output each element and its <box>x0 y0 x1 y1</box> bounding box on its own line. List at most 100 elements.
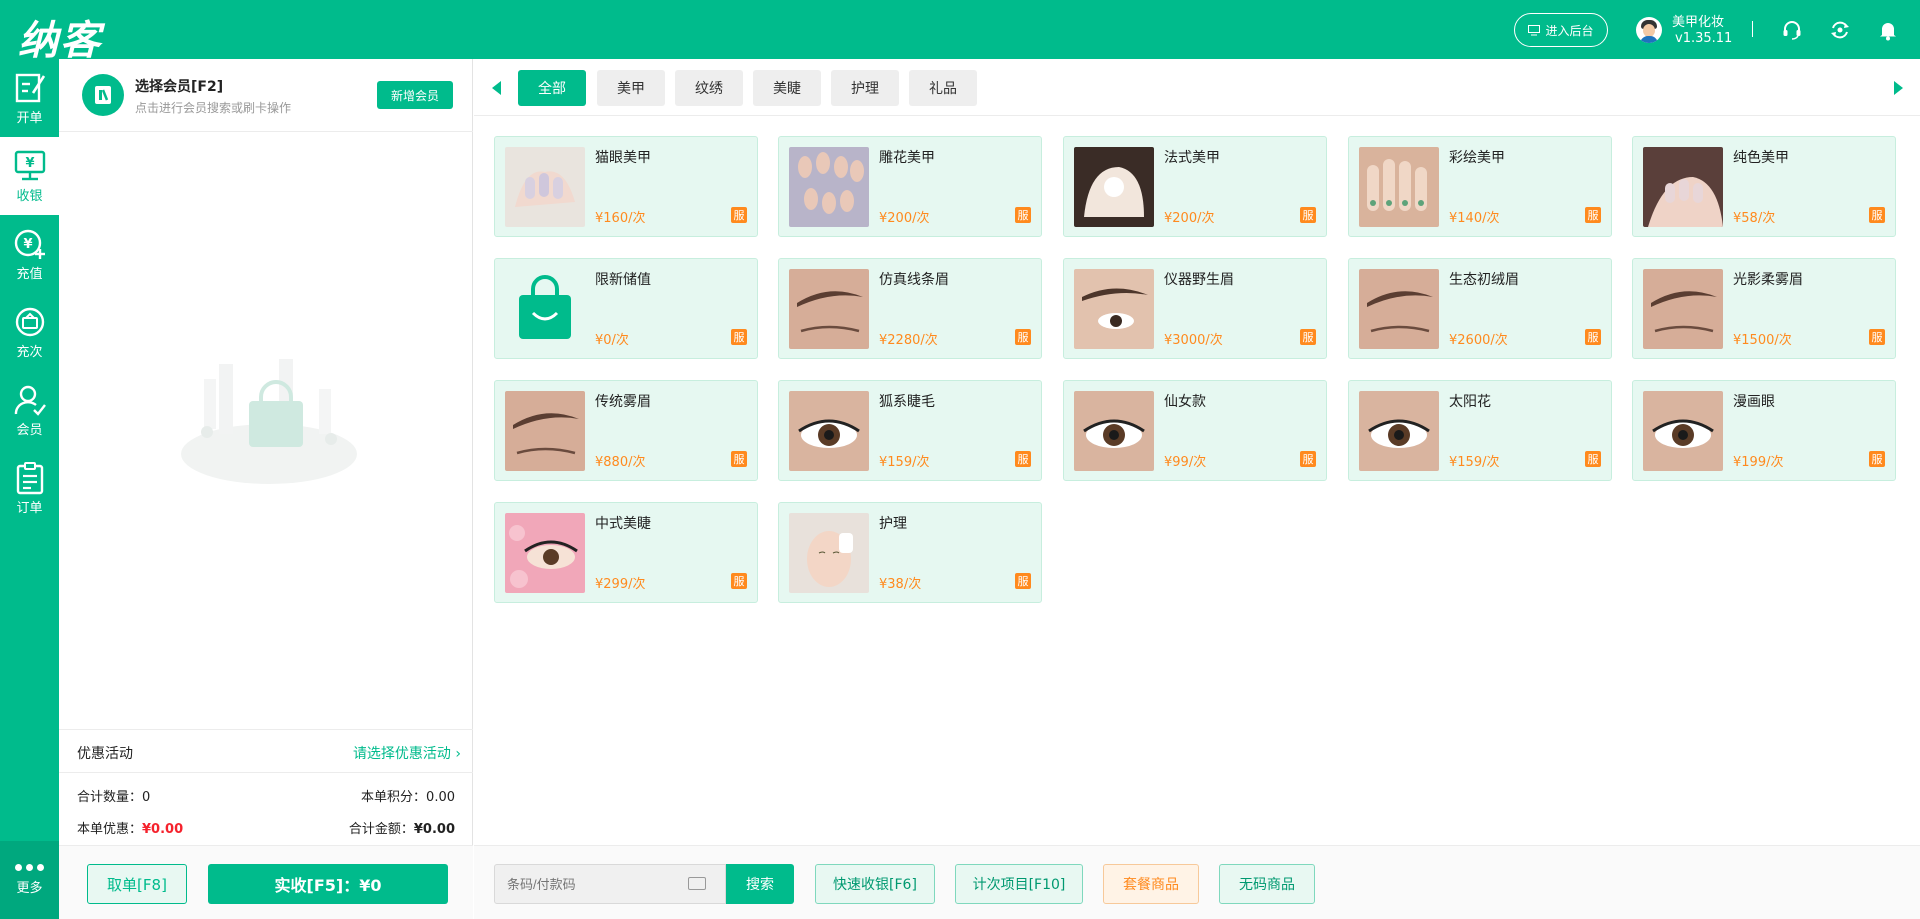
product-thumbnail <box>789 513 869 593</box>
tab-lash[interactable]: 美睫 <box>753 70 821 106</box>
product-card[interactable]: 生态初绒眉 ¥2600/次 服 <box>1348 258 1612 359</box>
product-name: 纯色美甲 <box>1733 150 1789 166</box>
product-price: ¥199/次 <box>1733 455 1784 470</box>
service-badge-icon: 服 <box>731 573 747 589</box>
product-price: ¥159/次 <box>879 455 930 470</box>
empty-cart-illustration <box>181 359 357 484</box>
product-price: ¥0/次 <box>595 333 629 348</box>
service-badge-icon: 服 <box>1869 329 1885 345</box>
sidebar-item-cashier[interactable]: ¥ 收银 <box>0 137 59 215</box>
tab-gift[interactable]: 礼品 <box>909 70 977 106</box>
product-price: ¥2600/次 <box>1449 333 1508 348</box>
product-card[interactable]: 传统雾眉 ¥880/次 服 <box>494 380 758 481</box>
product-card[interactable]: 护理 ¥38/次 服 <box>778 502 1042 603</box>
user-name[interactable]: 美甲化妆 <box>1672 11 1724 30</box>
product-thumbnail <box>1074 391 1154 471</box>
product-price: ¥140/次 <box>1449 211 1500 226</box>
summary-row-2: 本单优惠：¥0.00 合计金额：¥0.00 <box>77 818 455 837</box>
divider <box>1752 21 1753 37</box>
headset-icon[interactable] <box>1781 19 1803 41</box>
product-price: ¥3000/次 <box>1164 333 1223 348</box>
checkout-button[interactable]: 实收[F5]：¥0 <box>208 864 448 904</box>
service-badge-icon: 服 <box>731 329 747 345</box>
promotion-row: 优惠活动 请选择优惠活动 › <box>59 729 473 773</box>
product-card[interactable]: 纯色美甲 ¥58/次 服 <box>1632 136 1896 237</box>
service-badge-icon: 服 <box>1015 573 1031 589</box>
product-card[interactable]: 狐系睫毛 ¥159/次 服 <box>778 380 1042 481</box>
sidebar: 开单 ¥ 收银 ¥ 充值 充次 会员 订单 更多 <box>0 59 59 919</box>
count-items-button[interactable]: 计次项目[F10] <box>955 864 1083 904</box>
avatar[interactable] <box>1636 17 1662 43</box>
top-bar: 纳客 进入后台 美甲化妆 v1.35.11 <box>0 0 1920 64</box>
order-icon <box>16 461 43 494</box>
tabs-next-arrow-icon[interactable] <box>1894 81 1903 95</box>
product-thumbnail <box>505 391 585 471</box>
product-name: 太阳花 <box>1449 394 1491 410</box>
enter-backend-button[interactable]: 进入后台 <box>1514 13 1608 47</box>
sidebar-more-label: 更多 <box>16 881 43 896</box>
svg-text:¥: ¥ <box>25 156 34 171</box>
svg-text:¥: ¥ <box>23 237 32 252</box>
product-card[interactable]: 中式美睫 ¥299/次 服 <box>494 502 758 603</box>
app-version: v1.35.11 <box>1675 31 1733 46</box>
product-card[interactable]: 雕花美甲 ¥200/次 服 <box>778 136 1042 237</box>
products-area: 全部 美甲 纹绣 美睫 护理 礼品 猫眼美甲 ¥160/次服雕花美甲 ¥200/次服… <box>474 59 1920 919</box>
sidebar-item-label: 会员 <box>16 422 43 438</box>
service-badge-icon: 服 <box>1585 451 1601 467</box>
pickup-order-button[interactable]: 取单[F8] <box>87 864 187 904</box>
tabs-prev-arrow-icon[interactable] <box>492 81 501 95</box>
product-name: 猫眼美甲 <box>595 150 651 166</box>
product-thumbnail <box>1359 391 1439 471</box>
member-select-title[interactable]: 选择会员[F2] <box>135 76 223 96</box>
sidebar-item-count-recharge[interactable]: 充次 <box>0 293 59 371</box>
product-thumbnail <box>1643 269 1723 349</box>
product-thumbnail <box>505 147 585 227</box>
member-card-icon <box>82 74 124 116</box>
product-name: 生态初绒眉 <box>1449 272 1519 288</box>
promotion-select[interactable]: 请选择优惠活动 › <box>353 743 461 763</box>
product-card[interactable]: 漫画眼 ¥199/次 服 <box>1632 380 1896 481</box>
sidebar-item-open-order[interactable]: 开单 <box>0 59 59 137</box>
product-name: 传统雾眉 <box>595 394 651 410</box>
product-card[interactable]: 仙女款 ¥99/次 服 <box>1063 380 1327 481</box>
sidebar-item-order[interactable]: 订单 <box>0 449 59 527</box>
product-name: 彩绘美甲 <box>1449 150 1505 166</box>
product-card[interactable]: 彩绘美甲 ¥140/次 服 <box>1348 136 1612 237</box>
bell-icon[interactable] <box>1877 19 1899 41</box>
member-select-area[interactable]: 选择会员[F2] 点击进行会员搜索或刷卡操作 新增会员 <box>59 59 473 132</box>
product-card[interactable]: 光影柔雾眉 ¥1500/次 服 <box>1632 258 1896 359</box>
tab-nail[interactable]: 美甲 <box>597 70 665 106</box>
product-thumbnail <box>1359 147 1439 227</box>
product-card[interactable]: 仿真线条眉 ¥2280/次 服 <box>778 258 1042 359</box>
more-dots-icon <box>15 864 44 871</box>
product-card[interactable]: 限新储值 ¥0/次 服 <box>494 258 758 359</box>
product-card[interactable]: 太阳花 ¥159/次 服 <box>1348 380 1612 481</box>
add-member-button[interactable]: 新增会员 <box>377 81 453 109</box>
product-thumbnail <box>505 513 585 593</box>
product-thumbnail <box>505 269 585 349</box>
checkout-footer: 取单[F8] 实收[F5]：¥0 <box>59 845 473 919</box>
no-code-goods-button[interactable]: 无码商品 <box>1219 864 1315 904</box>
product-price: ¥38/次 <box>879 577 922 592</box>
sync-icon[interactable] <box>1829 19 1851 41</box>
service-badge-icon: 服 <box>1015 451 1031 467</box>
tab-care[interactable]: 护理 <box>831 70 899 106</box>
tab-all[interactable]: 全部 <box>518 70 586 106</box>
sidebar-item-member[interactable]: 会员 <box>0 371 59 449</box>
sidebar-item-recharge[interactable]: ¥ 充值 <box>0 215 59 293</box>
product-card[interactable]: 猫眼美甲 ¥160/次 服 <box>494 136 758 237</box>
product-thumbnail <box>1643 391 1723 471</box>
search-button[interactable]: 搜索 <box>726 864 794 904</box>
sidebar-more-button[interactable]: 更多 <box>0 841 59 919</box>
tab-embroidery[interactable]: 纹绣 <box>675 70 743 106</box>
product-card[interactable]: 法式美甲 ¥200/次 服 <box>1063 136 1327 237</box>
sidebar-item-label: 充次 <box>16 344 43 360</box>
product-thumbnail <box>1074 147 1154 227</box>
product-name: 雕花美甲 <box>879 150 935 166</box>
recharge-icon: ¥ <box>14 229 45 259</box>
quick-checkout-button[interactable]: 快速收银[F6] <box>815 864 935 904</box>
package-goods-button[interactable]: 套餐商品 <box>1103 864 1199 904</box>
product-card[interactable]: 仪器野生眉 ¥3000/次 服 <box>1063 258 1327 359</box>
keyboard-icon[interactable] <box>688 877 706 890</box>
service-badge-icon: 服 <box>1300 451 1316 467</box>
